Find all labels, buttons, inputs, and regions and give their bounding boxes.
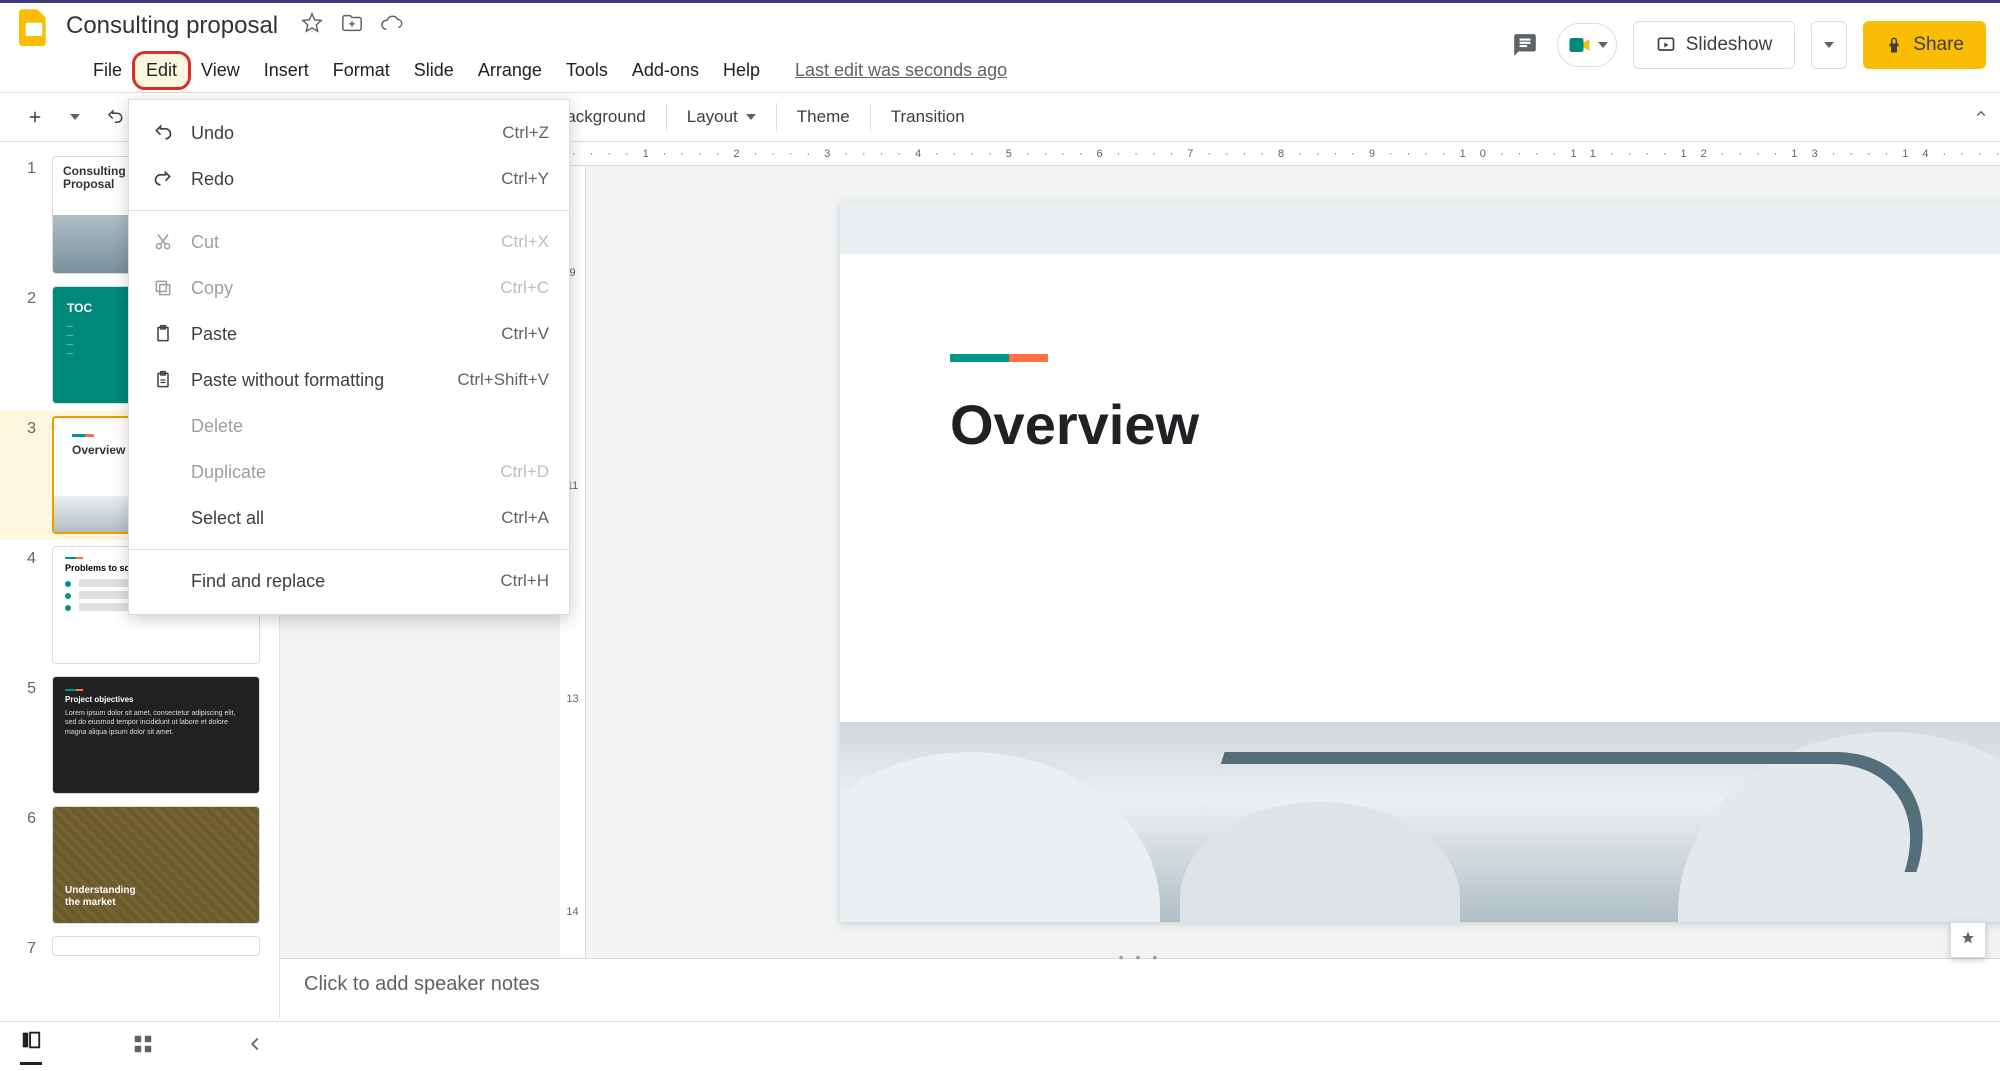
paste-icon: [149, 324, 177, 344]
collapse-filmstrip-button[interactable]: [244, 1033, 266, 1060]
menu-item-undo[interactable]: Undo Ctrl+Z: [129, 110, 569, 156]
menu-format[interactable]: Format: [322, 54, 401, 87]
accent-bar: [950, 354, 1048, 362]
share-label: Share: [1913, 34, 1964, 56]
menu-item-delete: Delete: [129, 403, 569, 449]
slides-logo[interactable]: [10, 2, 58, 50]
move-icon[interactable]: [341, 12, 363, 39]
menu-item-paste-without-formatting[interactable]: Paste without formatting Ctrl+Shift+V: [129, 357, 569, 403]
thumb-row-7[interactable]: 7: [0, 930, 279, 964]
notes-placeholder: Click to add speaker notes: [304, 973, 1976, 996]
menu-addons[interactable]: Add-ons: [621, 54, 710, 87]
menu-item-select-all[interactable]: Select all Ctrl+A: [129, 495, 569, 541]
menu-item-find-replace[interactable]: Find and replace Ctrl+H: [129, 558, 569, 604]
meet-button[interactable]: [1557, 23, 1617, 67]
collapse-toolbar-button[interactable]: [1972, 105, 1990, 128]
last-edit-link[interactable]: Last edit was seconds ago: [795, 60, 1007, 81]
speaker-notes[interactable]: • • • Click to add speaker notes: [280, 958, 2000, 1018]
menu-item-cut: Cut Ctrl+X: [129, 219, 569, 265]
separator: [776, 103, 777, 131]
slideshow-dropdown[interactable]: [1811, 21, 1847, 69]
drag-handle-icon[interactable]: • • •: [1119, 949, 1161, 965]
separator: [870, 103, 871, 131]
menu-slide[interactable]: Slide: [403, 54, 465, 87]
thumb-row-5[interactable]: 5 Project objectivesLorem ipsum dolor si…: [0, 670, 279, 800]
slide-title[interactable]: Overview: [950, 392, 1948, 457]
slideshow-button[interactable]: Slideshow: [1633, 21, 1796, 69]
redo-icon: [149, 169, 177, 189]
layout-button[interactable]: Layout: [677, 101, 766, 133]
slideshow-label: Slideshow: [1686, 34, 1773, 56]
menu-item-paste[interactable]: Paste Ctrl+V: [129, 311, 569, 357]
menu-insert[interactable]: Insert: [253, 54, 320, 87]
right-controls: Slideshow Share: [1509, 21, 1986, 69]
menu-item-redo[interactable]: Redo Ctrl+Y: [129, 156, 569, 202]
separator: [666, 103, 667, 131]
star-icon[interactable]: [301, 12, 323, 39]
grid-view-button[interactable]: [132, 1033, 154, 1060]
menu-view[interactable]: View: [190, 54, 251, 87]
menu-tools[interactable]: Tools: [555, 54, 619, 87]
explore-button[interactable]: [1950, 922, 1986, 958]
undo-icon: [149, 123, 177, 143]
comments-button[interactable]: [1509, 29, 1541, 61]
new-slide-button[interactable]: [16, 102, 54, 132]
menu-edit[interactable]: Edit: [135, 54, 188, 87]
menu-item-copy: Copy Ctrl+C: [129, 265, 569, 311]
document-title[interactable]: Consulting proposal: [66, 12, 278, 40]
paste-plain-icon: [149, 370, 177, 390]
slide-image: [840, 722, 2000, 922]
menu-help[interactable]: Help: [712, 54, 771, 87]
filmstrip-view-button[interactable]: [20, 1029, 42, 1065]
chevron-down-icon: [1598, 42, 1608, 48]
cloud-status-icon[interactable]: [381, 12, 403, 39]
footer: [0, 1021, 2000, 1071]
slide-canvas[interactable]: Overview: [840, 202, 2000, 922]
thumb-row-6[interactable]: 6 Understandingthe market: [0, 800, 279, 930]
menu-item-duplicate: Duplicate Ctrl+D: [129, 449, 569, 495]
share-button[interactable]: Share: [1863, 21, 1986, 69]
cut-icon: [149, 232, 177, 252]
theme-button[interactable]: Theme: [787, 101, 860, 133]
slide-header-bar: [840, 202, 2000, 254]
edit-dropdown-menu: Undo Ctrl+Z Redo Ctrl+Y Cut Ctrl+X Copy …: [128, 99, 570, 615]
new-slide-dropdown[interactable]: [60, 108, 90, 126]
copy-icon: [149, 278, 177, 298]
menu-arrange[interactable]: Arrange: [467, 54, 553, 87]
menu-file[interactable]: File: [82, 54, 133, 87]
chevron-down-icon: [1824, 42, 1834, 48]
transition-button[interactable]: Transition: [881, 101, 975, 133]
